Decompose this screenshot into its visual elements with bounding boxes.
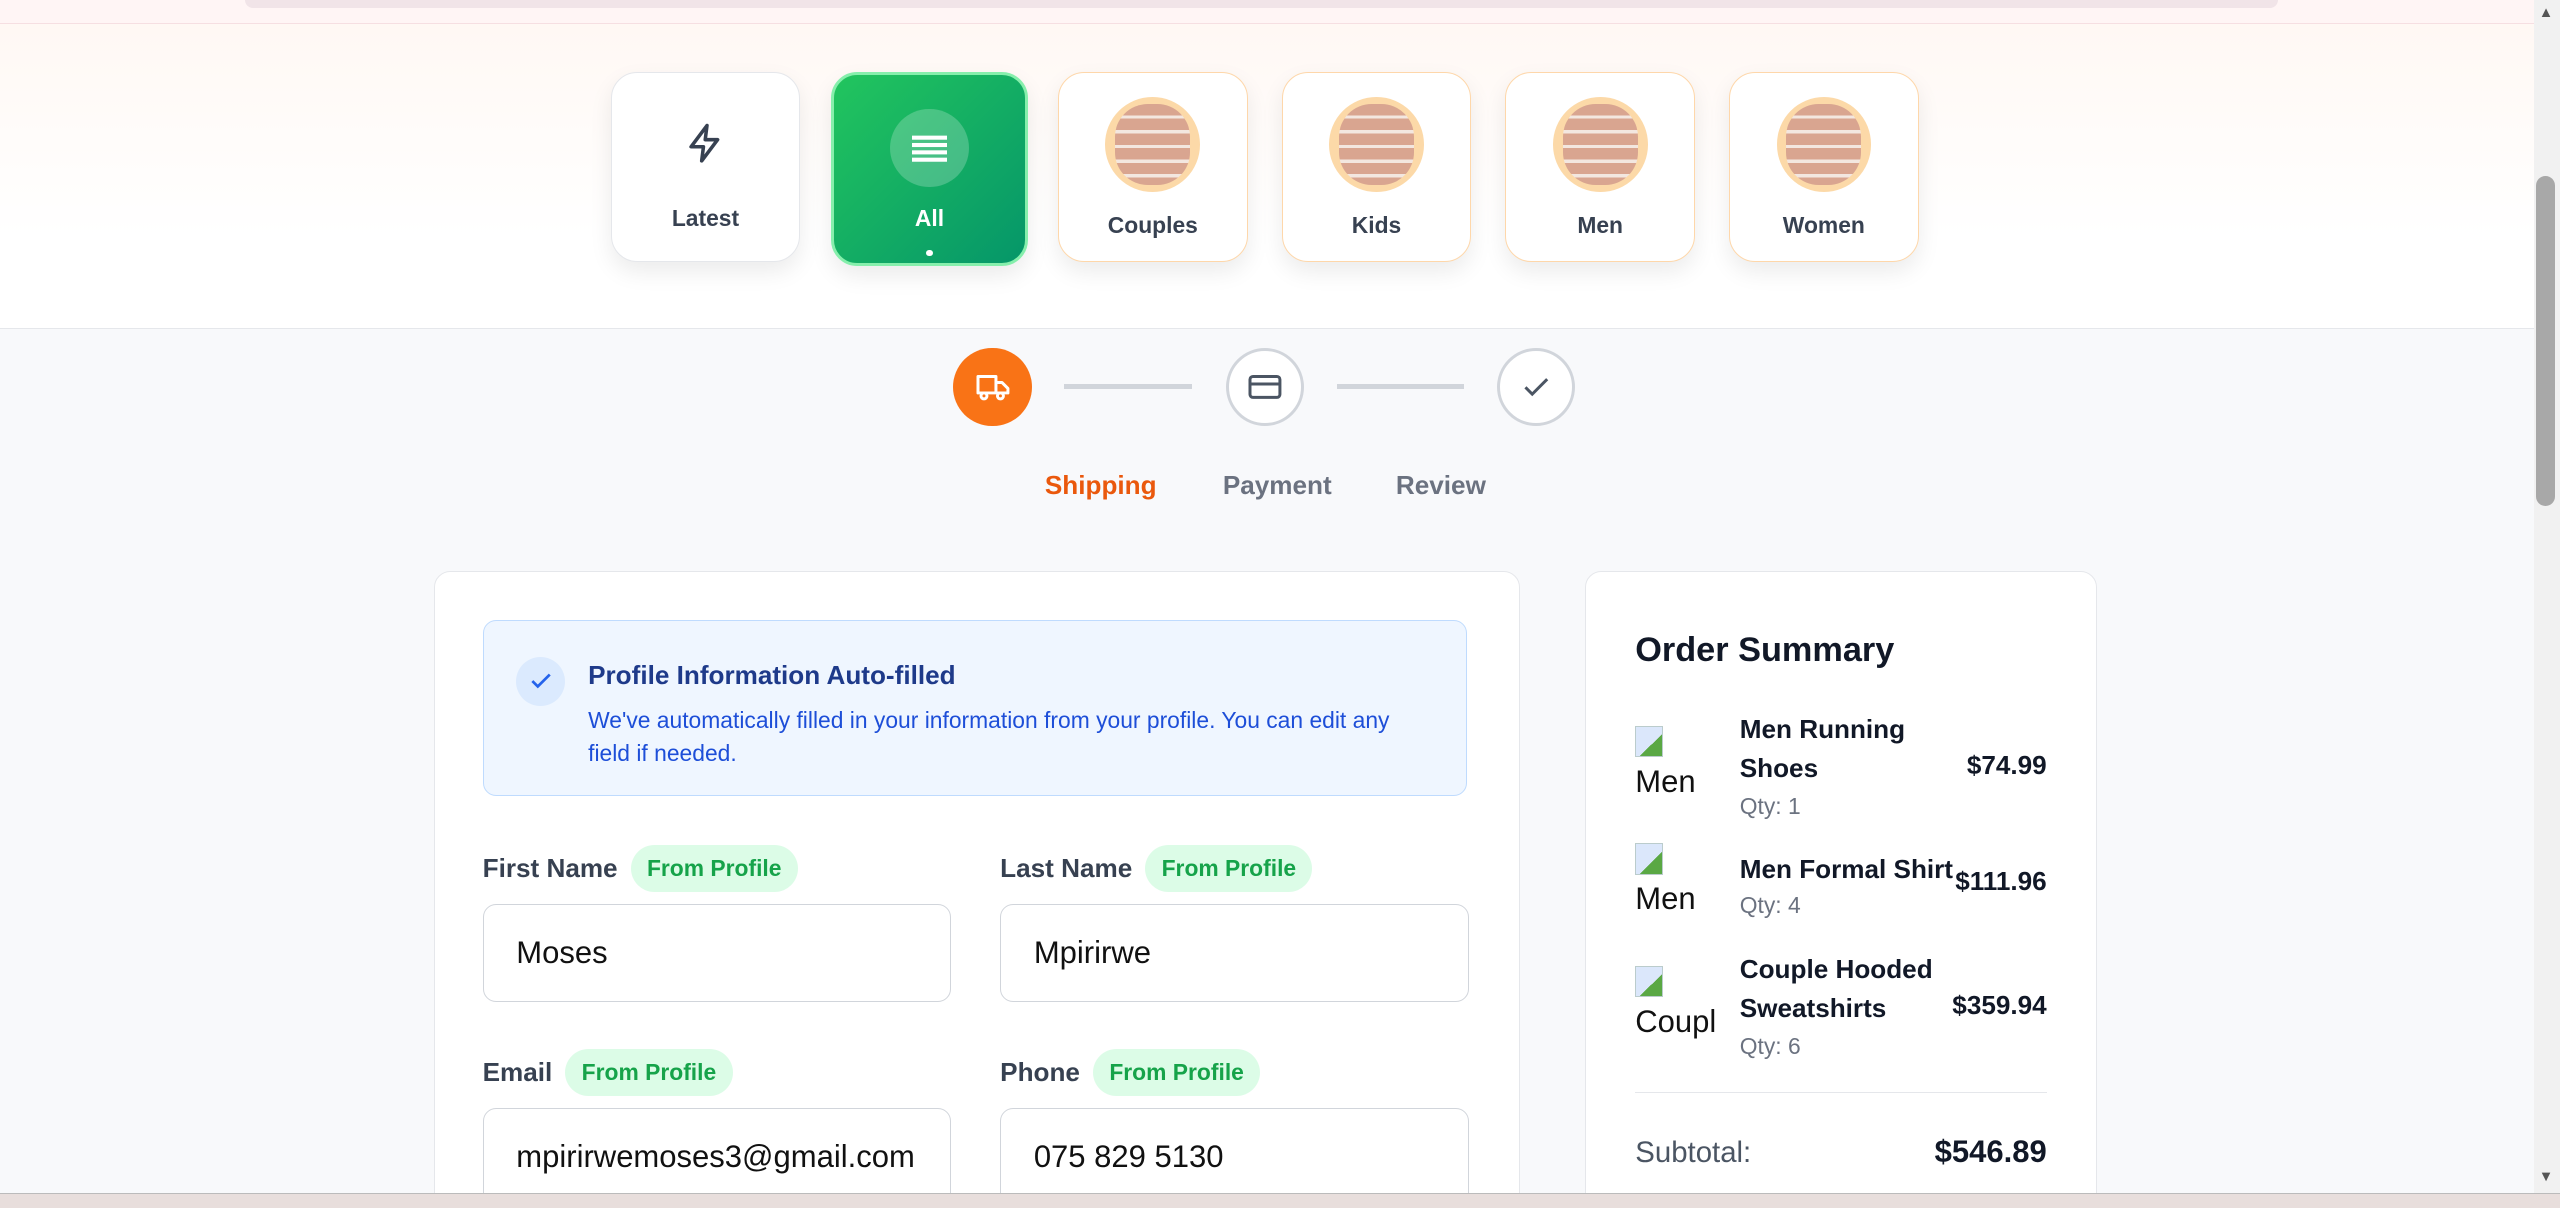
item-qty: Qty: 4 — [1739, 892, 1801, 919]
from-profile-badge: From Profile — [565, 1049, 733, 1096]
from-profile-badge: From Profile — [1093, 1049, 1261, 1096]
shipping-form-card: Profile Information Auto-filled We've au… — [434, 571, 1521, 1208]
item-name: Couple Hooded Sweatshirts — [1739, 953, 1933, 1023]
alert-text: We've automatically filled in your infor… — [588, 707, 1390, 766]
category-label: Latest — [671, 205, 740, 232]
last-name-label: Last Name From Profile — [1000, 845, 1313, 892]
subtotal-value: $546.89 — [1934, 1134, 2047, 1170]
email-input[interactable]: mpirirwemoses3@gmail.com — [482, 1107, 952, 1206]
category-label: Couples — [1107, 211, 1198, 238]
scroll-up-arrow-icon[interactable]: ▲ — [2539, 5, 2554, 21]
category-men[interactable]: Men — [1505, 71, 1696, 262]
product-image: Men — [1635, 725, 1717, 800]
from-profile-badge: From Profile — [1145, 845, 1313, 892]
step-payment — [1226, 347, 1305, 427]
scrollbar-thumb[interactable] — [2535, 176, 2556, 507]
product-image: Men — [1635, 843, 1717, 917]
first-name-label: First Name From Profile — [483, 845, 798, 892]
label-text: Email — [482, 1056, 553, 1087]
category-women[interactable]: Women — [1728, 71, 1919, 262]
active-dot — [926, 249, 933, 257]
item-name: Men Formal Shirt — [1739, 853, 1953, 884]
order-item: Coupl Couple Hooded Sweatshirts Qty: 6 $… — [1635, 953, 2047, 1067]
taskbar — [0, 1193, 2560, 1208]
step-connector — [1064, 383, 1192, 389]
phone-input[interactable]: 075 829 5130 — [1000, 1107, 1469, 1206]
item-price: $359.94 — [1952, 990, 2047, 1021]
category-image — [1552, 97, 1648, 192]
product-image: Coupl — [1635, 965, 1717, 1040]
first-name-input[interactable]: Moses — [482, 903, 952, 1002]
step-label-payment: Payment — [1222, 470, 1332, 501]
checkout-page: Latest All Couples Kids Men Women Shippi… — [0, 0, 2560, 1208]
item-name: Men Running Shoes — [1739, 713, 1906, 783]
label-text: First Name — [482, 852, 618, 883]
category-all[interactable]: All — [831, 71, 1029, 266]
label-text: Last Name — [1000, 852, 1133, 883]
label-text: Phone — [1000, 1056, 1080, 1087]
scroll-down-arrow-icon[interactable]: ▼ — [2539, 1169, 2554, 1185]
category-label: Kids — [1351, 211, 1402, 238]
category-image — [1776, 97, 1872, 192]
category-label: Men — [1577, 211, 1624, 238]
category-bar: Latest All Couples Kids Men Women — [0, 24, 2534, 330]
order-item: Men Men Formal Shirt Qty: 4 $111.96 — [1635, 843, 2047, 925]
email-label: Email From Profile — [483, 1049, 733, 1096]
divider — [1635, 1091, 2047, 1094]
list-icon — [890, 109, 969, 188]
item-qty: Qty: 1 — [1739, 792, 1801, 819]
truck-icon — [976, 374, 1010, 401]
category-kids[interactable]: Kids — [1281, 71, 1472, 262]
step-shipping — [953, 347, 1032, 427]
order-summary-card: Order Summary Men Men Running Shoes Qty:… — [1585, 571, 2097, 1208]
item-price: $111.96 — [1955, 866, 2047, 897]
lightning-icon — [689, 123, 720, 163]
order-summary-title: Order Summary — [1635, 631, 1895, 670]
autofill-alert: Profile Information Auto-filled We've au… — [482, 619, 1468, 797]
category-latest[interactable]: Latest — [610, 71, 801, 262]
header-bar — [244, 0, 2278, 9]
order-item: Men Men Running Shoes Qty: 1 $74.99 — [1635, 713, 2047, 827]
phone-label: Phone From Profile — [1000, 1049, 1261, 1096]
step-label-shipping: Shipping — [1044, 470, 1157, 501]
category-label: All — [914, 205, 945, 232]
credit-card-icon — [1248, 374, 1282, 399]
category-label: Women — [1782, 211, 1865, 238]
category-image — [1105, 97, 1201, 192]
subtotal-label: Subtotal: — [1635, 1135, 1752, 1169]
last-name-input[interactable]: Mpirirwe — [1000, 903, 1469, 1002]
step-connector — [1337, 383, 1465, 389]
check-icon — [1524, 377, 1549, 396]
alert-title: Profile Information Auto-filled — [588, 659, 956, 690]
item-price: $74.99 — [1966, 750, 2047, 781]
step-review — [1497, 347, 1576, 427]
check-icon — [516, 656, 566, 706]
category-couples[interactable]: Couples — [1057, 71, 1248, 262]
category-image — [1329, 97, 1424, 192]
step-label-review: Review — [1395, 470, 1486, 501]
from-profile-badge: From Profile — [630, 845, 798, 892]
item-qty: Qty: 6 — [1739, 1032, 1801, 1059]
